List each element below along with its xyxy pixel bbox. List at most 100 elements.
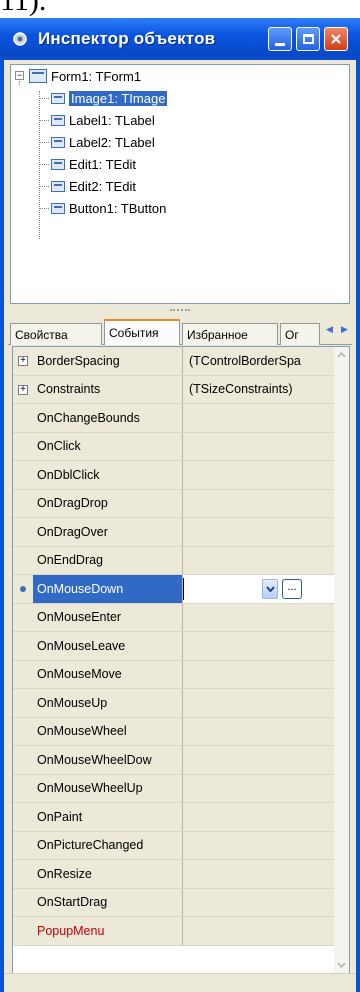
tree-expand-icon[interactable]: − xyxy=(15,71,24,80)
event-row[interactable]: OnDblClick xyxy=(13,461,335,490)
event-row[interactable]: OnDragOver xyxy=(13,518,335,547)
event-row[interactable]: + BorderSpacing (TControlBorderSpa xyxy=(13,347,335,376)
event-row[interactable]: OnChangeBounds xyxy=(13,404,335,433)
row-gutter xyxy=(13,774,33,802)
close-icon xyxy=(331,34,341,44)
scroll-down-icon[interactable] xyxy=(334,957,349,973)
event-row[interactable]: OnMouseEnter xyxy=(13,603,335,632)
event-name: OnMouseEnter xyxy=(33,603,183,631)
event-value[interactable] xyxy=(183,831,335,859)
title-bar[interactable]: Инспектор объектов xyxy=(0,18,360,60)
event-name: OnChangeBounds xyxy=(33,404,183,432)
tree-node-child[interactable]: Image1: TImage xyxy=(51,87,168,109)
event-name: OnPictureChanged xyxy=(33,831,183,859)
maximize-button[interactable] xyxy=(296,27,320,51)
tree-node-child[interactable]: Label1: TLabel xyxy=(51,109,155,131)
events-grid: + BorderSpacing (TControlBorderSpa + Constra… xyxy=(12,346,350,974)
event-row[interactable]: OnStartDrag xyxy=(13,888,335,917)
event-name: OnMouseWheelUp xyxy=(33,774,183,802)
tab-properties[interactable]: Свойства xyxy=(10,323,102,345)
event-row[interactable]: PopupMenu xyxy=(13,917,335,946)
component-icon xyxy=(51,92,65,104)
event-value[interactable] xyxy=(183,432,335,460)
tree-node-label: Label2: TLabel xyxy=(69,134,155,150)
event-value[interactable] xyxy=(183,546,335,574)
event-value[interactable] xyxy=(183,803,335,831)
event-value[interactable] xyxy=(183,860,335,888)
event-value[interactable] xyxy=(183,689,335,717)
row-gutter xyxy=(13,432,33,460)
event-row[interactable]: OnDragDrop xyxy=(13,489,335,518)
event-value[interactable] xyxy=(183,888,335,916)
event-handler-input[interactable] xyxy=(183,577,258,600)
event-name: OnMouseLeave xyxy=(33,632,183,660)
scroll-right-icon[interactable]: ▶ xyxy=(337,320,352,338)
event-value[interactable] xyxy=(183,774,335,802)
event-row[interactable]: OnPictureChanged xyxy=(13,831,335,860)
row-gutter xyxy=(13,404,33,432)
tree-node-child[interactable]: Button1: TButton xyxy=(51,197,166,219)
tree-node-child[interactable]: Edit1: TEdit xyxy=(51,153,136,175)
minimize-button[interactable] xyxy=(268,27,292,51)
row-gutter xyxy=(13,575,33,603)
event-value[interactable] xyxy=(183,746,335,774)
component-icon xyxy=(51,158,65,170)
event-value[interactable] xyxy=(183,404,335,432)
row-gutter xyxy=(13,746,33,774)
event-row[interactable]: OnClick xyxy=(13,432,335,461)
event-row[interactable]: OnMouseMove xyxy=(13,660,335,689)
event-name: OnDblClick xyxy=(33,461,183,489)
expand-icon[interactable]: + xyxy=(18,384,28,395)
component-icon xyxy=(51,136,65,148)
event-row[interactable]: OnMouseLeave xyxy=(13,632,335,661)
event-row[interactable]: OnMouseWheelUp xyxy=(13,774,335,803)
close-button[interactable] xyxy=(324,27,348,51)
row-gutter xyxy=(13,831,33,859)
event-value[interactable] xyxy=(183,660,335,688)
dropdown-arrow-icon[interactable] xyxy=(262,578,278,599)
event-row[interactable]: + Constraints (TSizeConstraints) xyxy=(13,375,335,404)
tab-other[interactable]: Ог xyxy=(280,323,320,345)
row-gutter xyxy=(13,546,33,574)
event-name: OnEndDrag xyxy=(33,546,183,574)
event-name: Constraints xyxy=(33,375,183,403)
event-value[interactable] xyxy=(183,518,335,546)
event-row[interactable]: OnMouseWheel xyxy=(13,717,335,746)
event-value[interactable] xyxy=(183,489,335,517)
splitter-handle[interactable] xyxy=(4,306,356,314)
event-value[interactable]: (TControlBorderSpa xyxy=(183,347,335,375)
event-value[interactable] xyxy=(183,603,335,631)
ellipsis-icon[interactable]: ... xyxy=(282,578,302,599)
event-value[interactable] xyxy=(183,917,335,945)
scroll-left-icon[interactable]: ◀ xyxy=(322,320,337,338)
event-row[interactable]: OnResize xyxy=(13,860,335,889)
event-value[interactable] xyxy=(183,461,335,489)
event-row[interactable]: OnMouseWheelDow xyxy=(13,746,335,775)
tab-scroll-buttons: ◀ ▶ xyxy=(322,320,352,338)
app-icon xyxy=(10,29,30,49)
tree-node-label: Form1: TForm1 xyxy=(51,68,142,84)
scroll-up-icon[interactable] xyxy=(334,347,349,363)
inspector-tabs: Свойства События Избранное Ог ◀ ▶ xyxy=(8,318,352,345)
event-row[interactable]: OnEndDrag xyxy=(13,546,335,575)
tree-node-child[interactable]: Label2: TLabel xyxy=(51,131,155,153)
tree-node-label: Image1: TImage xyxy=(69,90,168,106)
event-row[interactable]: OnMouseUp xyxy=(13,689,335,718)
event-value[interactable] xyxy=(183,632,335,660)
event-value[interactable] xyxy=(183,717,335,745)
tree-node-root[interactable]: Form1: TForm1 xyxy=(29,65,141,87)
tab-events[interactable]: События xyxy=(104,319,180,345)
event-value[interactable]: (TSizeConstraints) xyxy=(183,375,335,403)
vertical-scrollbar[interactable] xyxy=(334,347,349,973)
component-icon xyxy=(29,69,47,83)
event-row[interactable]: OnPaint xyxy=(13,803,335,832)
event-name: OnClick xyxy=(33,432,183,460)
row-gutter xyxy=(13,632,33,660)
event-row[interactable]: OnMouseDown... xyxy=(13,575,335,604)
component-tree[interactable]: − Form1: TForm1 Image1: TImage Label1: TL… xyxy=(10,64,350,304)
tree-node-label: Label1: TLabel xyxy=(69,112,155,128)
tab-favorites[interactable]: Избранное xyxy=(182,323,278,345)
expand-icon[interactable]: + xyxy=(18,356,28,366)
row-gutter xyxy=(13,518,33,546)
tree-node-child[interactable]: Edit2: TEdit xyxy=(51,175,136,197)
